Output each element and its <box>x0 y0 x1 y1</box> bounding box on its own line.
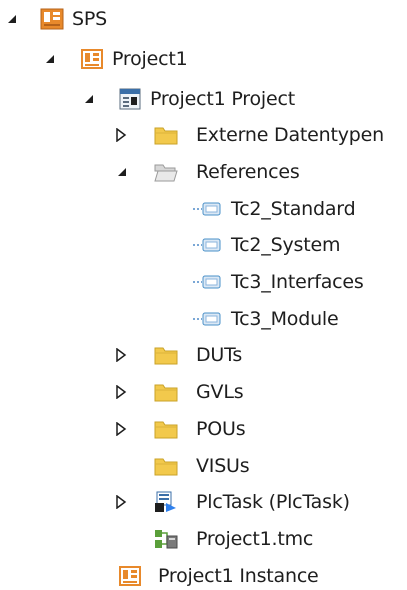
tmc-file-icon <box>154 528 178 550</box>
tree-node-label: Tc3_Interfaces <box>231 271 364 293</box>
folder-icon <box>154 418 178 440</box>
plc-project-orange-icon <box>80 48 104 70</box>
tree-node-label: VISUs <box>196 455 250 477</box>
plc-instance-icon <box>118 565 142 587</box>
tree-node-label: DUTs <box>196 344 243 366</box>
collapsed-arrow-icon[interactable] <box>114 128 128 142</box>
tree-node-project1-tmc[interactable]: Project1.tmc <box>0 525 360 553</box>
plc-project-file-icon <box>118 88 142 110</box>
tree-node-label: Project1 <box>112 48 188 70</box>
tree-node-externe-datentypen[interactable]: Externe Datentypen <box>0 121 407 149</box>
tree-node-gvls[interactable]: GVLs <box>0 378 280 406</box>
tree-node-duts[interactable]: DUTs <box>0 341 280 369</box>
tree-node-label: POUs <box>196 418 246 440</box>
folder-icon <box>154 124 178 146</box>
tree-node-label: Project1 Project <box>150 88 295 110</box>
expanded-arrow-icon[interactable] <box>115 165 129 179</box>
tree-node-label: Tc2_Standard <box>231 198 356 220</box>
expanded-arrow-icon[interactable] <box>82 92 96 106</box>
tree-node-tc3-module[interactable]: Tc3_Module <box>0 305 390 333</box>
library-reference-icon <box>192 234 222 256</box>
tree-node-pous[interactable]: POUs <box>0 415 280 443</box>
tree-node-project1-project[interactable]: Project1 Project <box>0 85 340 113</box>
tree-node-label: References <box>196 161 300 183</box>
tree-node-sps[interactable]: SPS <box>0 5 200 33</box>
tree-node-project1[interactable]: Project1 <box>0 45 250 73</box>
collapsed-arrow-icon[interactable] <box>114 495 128 509</box>
tree-node-visus[interactable]: VISUs <box>0 452 280 480</box>
library-reference-icon <box>192 271 222 293</box>
tree-node-tc3-interfaces[interactable]: Tc3_Interfaces <box>0 268 400 296</box>
folder-icon <box>154 381 178 403</box>
collapsed-arrow-icon[interactable] <box>114 348 128 362</box>
tree-node-tc2-standard[interactable]: Tc2_Standard <box>0 195 390 223</box>
folder-icon <box>154 455 178 477</box>
tree-node-label: Project1 Instance <box>158 565 319 587</box>
tree-node-label: Tc2_System <box>231 234 341 256</box>
tree-node-label: Project1.tmc <box>196 528 314 550</box>
folder-open-gray-icon <box>154 161 178 183</box>
plc-orange-icon <box>40 8 64 30</box>
tree-node-label: PlcTask (PlcTask) <box>196 491 350 513</box>
tree-node-tc2-system[interactable]: Tc2_System <box>0 231 390 259</box>
tree-node-plctask[interactable]: PlcTask (PlcTask) <box>0 488 390 516</box>
tree-node-label: Tc3_Module <box>231 308 339 330</box>
library-reference-icon <box>192 308 222 330</box>
expanded-arrow-icon[interactable] <box>5 12 19 26</box>
tree-node-label: SPS <box>72 8 107 30</box>
collapsed-arrow-icon[interactable] <box>114 422 128 436</box>
tree-node-label: GVLs <box>196 381 244 403</box>
solution-tree: SPS Project1 Project1 Project Externe Da… <box>0 0 407 589</box>
tree-node-project1-instance[interactable]: Project1 Instance <box>0 562 360 590</box>
expanded-arrow-icon[interactable] <box>43 52 57 66</box>
folder-icon <box>154 344 178 366</box>
library-reference-icon <box>192 198 222 220</box>
plc-task-icon <box>154 491 178 513</box>
tree-node-label: Externe Datentypen <box>196 124 384 146</box>
collapsed-arrow-icon[interactable] <box>114 385 128 399</box>
tree-node-references[interactable]: References <box>0 158 330 186</box>
